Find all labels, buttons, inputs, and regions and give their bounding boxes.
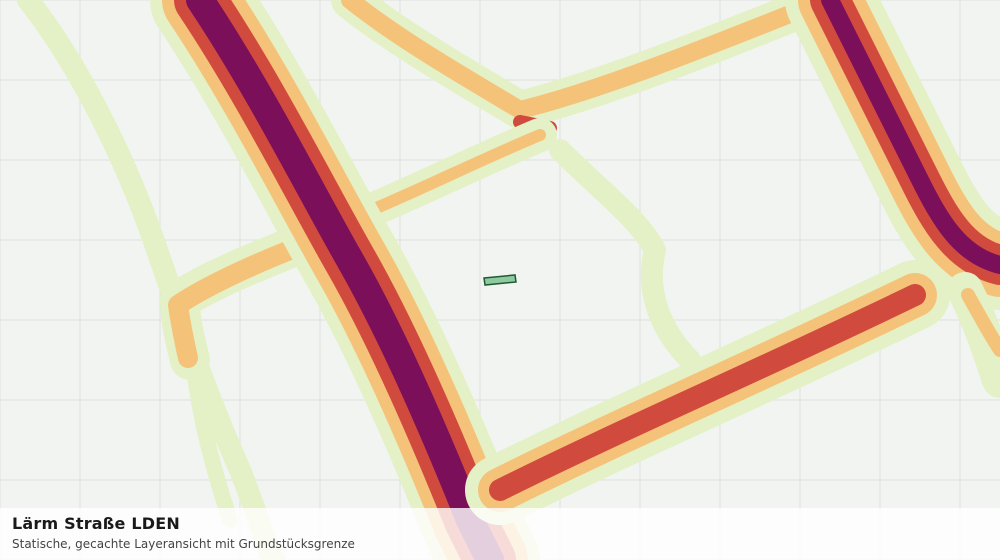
noise-map[interactable] <box>0 0 1000 560</box>
layer-caption: Lärm Straße LDEN Statische, gecachte Lay… <box>0 508 1000 560</box>
layer-description: Statische, gecachte Layeransicht mit Gru… <box>12 537 355 551</box>
layer-title: Lärm Straße LDEN <box>12 514 180 533</box>
